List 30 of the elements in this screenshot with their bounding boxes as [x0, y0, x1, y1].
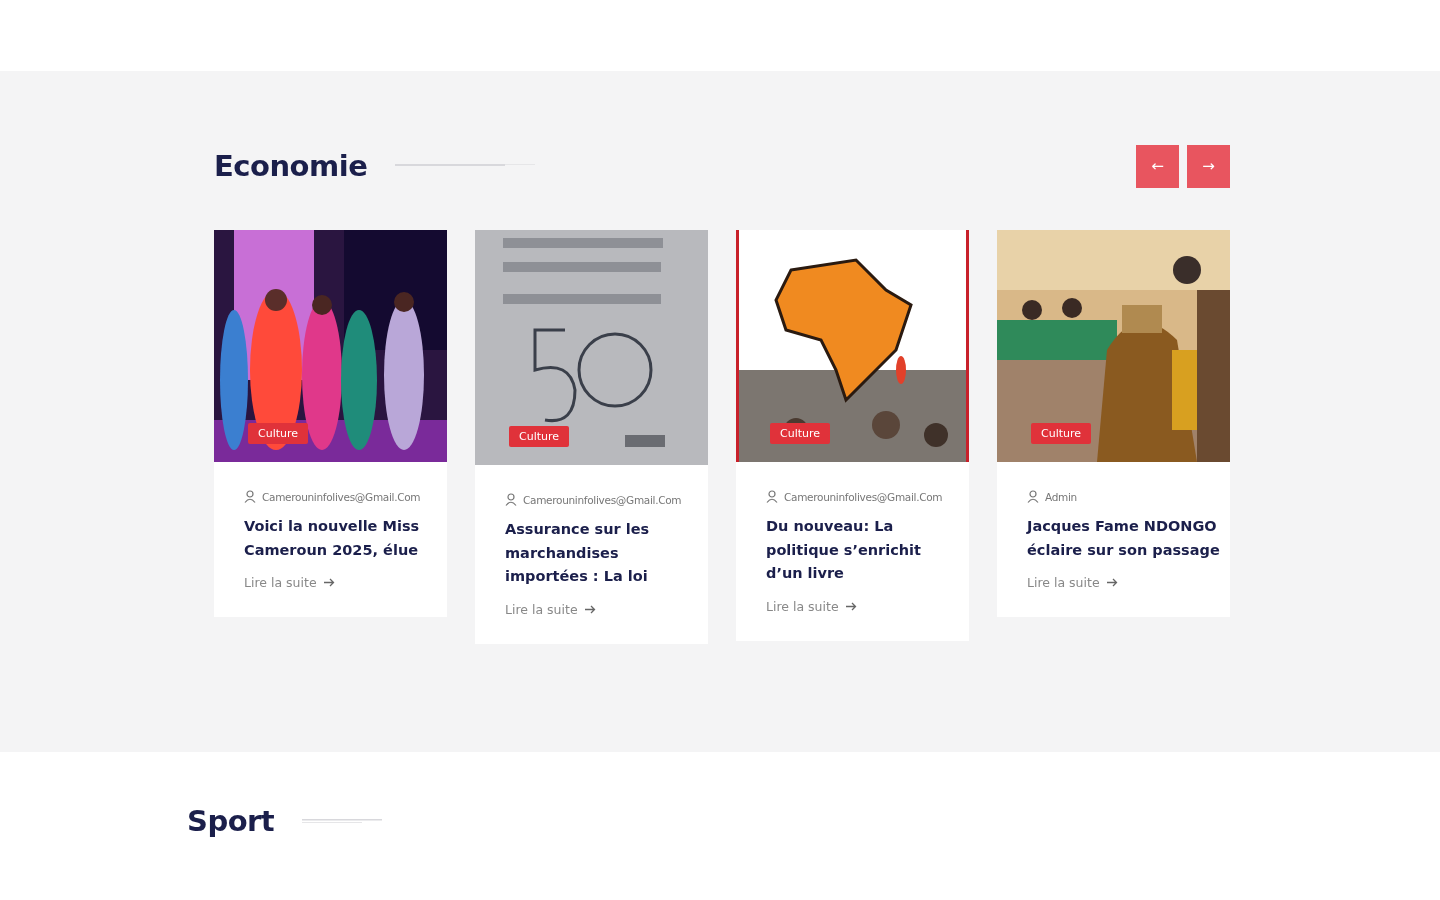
read-more-link[interactable]: Lire la suite	[766, 598, 857, 614]
section-title: Economie	[214, 149, 368, 183]
category-badge[interactable]: Culture	[1031, 423, 1092, 444]
arrow-icon	[323, 578, 335, 587]
author-name: Camerouninfolives@Gmail.Com	[523, 493, 682, 506]
author-name: Camerouninfolives@Gmail.Com	[262, 490, 421, 503]
user-icon	[766, 490, 778, 503]
section-title: Sport	[187, 804, 275, 838]
user-icon	[244, 490, 256, 503]
user-icon	[1027, 490, 1039, 503]
title-underline-icon	[302, 818, 383, 824]
read-more-link[interactable]: Lire la suite	[505, 601, 596, 617]
arrow-icon	[845, 601, 857, 611]
article-title[interactable]: Voici la nouvelle Miss Cameroun 2025, élue	[244, 515, 437, 562]
author-name: Camerouninfolives@Gmail.Com	[784, 490, 943, 503]
read-more-link[interactable]: Lire la suite	[244, 575, 335, 590]
arrow-icon	[1106, 578, 1118, 587]
category-badge[interactable]: Culture	[770, 423, 831, 444]
next-button[interactable]: →	[1187, 144, 1230, 188]
category-badge[interactable]: Culture	[248, 423, 309, 444]
article-title[interactable]: Assurance sur les marchandises importées : La loi	[505, 518, 698, 589]
article-title[interactable]: Du nouveau: La politique s’enrichit d’un livre	[766, 515, 959, 586]
read-more-link[interactable]: Lire la suite	[1027, 575, 1118, 590]
category-badge[interactable]: Culture	[509, 426, 570, 447]
author-name: Admin	[1045, 490, 1077, 503]
arrow-icon	[584, 604, 596, 614]
title-underline-icon	[395, 163, 536, 169]
previous-button[interactable]: ←	[1136, 144, 1179, 188]
user-icon	[505, 493, 517, 506]
article-title[interactable]: Jacques Fame NDONGO éclaire sur son passage	[1027, 515, 1220, 562]
